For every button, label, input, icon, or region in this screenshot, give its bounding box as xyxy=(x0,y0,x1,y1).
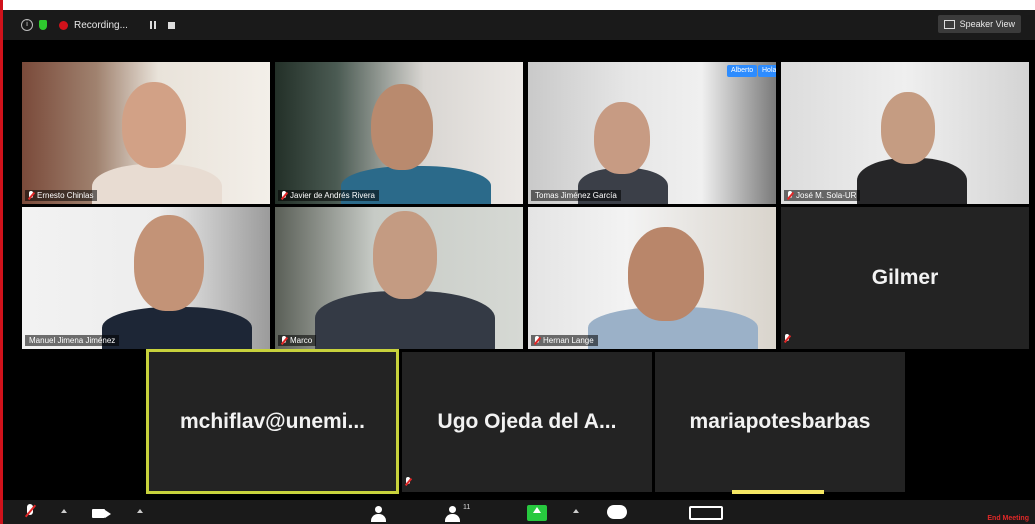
participant-name: Hernan Lange xyxy=(543,336,594,345)
share-options-caret-icon[interactable] xyxy=(573,509,579,513)
participant-display-name: mariapotesbarbas xyxy=(689,410,871,433)
unmute-button[interactable] xyxy=(25,504,35,520)
active-speaker-tile[interactable]: mchiflav@unemi... xyxy=(146,349,399,494)
stop-recording-button[interactable] xyxy=(167,21,175,29)
participant-display-name: Ugo Ojeda del A... xyxy=(437,410,617,433)
participant-name-tag: Manuel Jimena Jiménez xyxy=(25,335,120,346)
participant-name: Tomas Jiménez García xyxy=(535,191,617,200)
video-options-caret-icon[interactable] xyxy=(137,509,143,513)
participant-name: Manuel Jimena Jiménez xyxy=(29,336,116,345)
muted-mic-icon xyxy=(784,334,790,343)
video-off-tile[interactable]: Ugo Ojeda del A... xyxy=(402,352,652,492)
encryption-shield-icon[interactable] xyxy=(39,20,47,30)
participants-count: 11 xyxy=(463,504,471,511)
muted-mic-icon xyxy=(534,336,540,345)
participant-name: José M. Sola-UR xyxy=(796,191,857,200)
audio-options-caret-icon[interactable] xyxy=(61,509,67,513)
muted-mic-icon xyxy=(787,191,793,200)
video-tile[interactable]: Hernan Lange xyxy=(528,207,776,349)
video-tile[interactable]: Marco xyxy=(275,207,523,349)
video-tile[interactable]: Alberto Hola Tomas Jiménez García xyxy=(528,62,776,204)
speaker-view-button[interactable]: Speaker View xyxy=(937,15,1021,33)
pause-recording-button[interactable] xyxy=(149,21,156,29)
start-video-button[interactable] xyxy=(92,509,111,518)
participant-display-name: Gilmer xyxy=(871,266,939,289)
participant-name-tag: Ernesto Chinlas xyxy=(25,190,98,201)
participant-name-tag: Hernan Lange xyxy=(531,335,598,346)
tile-label-badge: Alberto xyxy=(727,65,758,77)
muted-mic-icon xyxy=(281,336,287,345)
record-button[interactable] xyxy=(689,506,723,520)
active-tab-indicator xyxy=(732,490,824,494)
muted-mic-icon xyxy=(405,477,411,486)
meeting-toolbar: 11 End Meeting xyxy=(3,500,1035,524)
video-off-tile[interactable]: Gilmer xyxy=(781,207,1029,349)
video-tile[interactable]: Manuel Jimena Jiménez xyxy=(22,207,270,349)
view-layout-icon xyxy=(943,19,955,29)
recording-indicator-icon xyxy=(59,20,68,30)
video-tile[interactable]: Ernesto Chinlas xyxy=(22,62,270,204)
share-screen-button[interactable] xyxy=(527,505,547,521)
participant-name: Ernesto Chinlas xyxy=(37,191,94,200)
tile-label-badge: Hola xyxy=(758,65,776,77)
participant-display-name: mchiflav@unemi... xyxy=(179,409,366,433)
meeting-top-bar: i Recording... Speaker View xyxy=(3,10,1035,40)
meeting-info-button[interactable]: i xyxy=(11,19,33,31)
video-tile[interactable]: José M. Sola-UR xyxy=(781,62,1029,204)
speaker-view-label: Speaker View xyxy=(959,19,1015,29)
video-off-tile[interactable]: mariapotesbarbas xyxy=(655,352,905,492)
participant-name-tag: Javier de Andrés Rivera xyxy=(278,190,379,201)
participant-name: Marco xyxy=(290,336,313,345)
muted-mic-icon xyxy=(281,191,287,200)
muted-mic-icon xyxy=(28,191,34,200)
participant-name: Javier de Andrés Rivera xyxy=(290,191,375,200)
participant-name-tag: José M. Sola-UR xyxy=(784,190,861,201)
participant-name-tag: Marco xyxy=(278,335,317,346)
chat-button[interactable] xyxy=(607,505,627,519)
end-meeting-button[interactable]: End Meeting xyxy=(987,515,1029,522)
recording-label: Recording... xyxy=(74,19,128,31)
video-gallery: Ernesto Chinlas Javier de Andrés Rivera … xyxy=(3,40,1035,500)
video-tile[interactable]: Javier de Andrés Rivera xyxy=(275,62,523,204)
info-icon: i xyxy=(21,19,33,31)
participant-name-tag: Tomas Jiménez García xyxy=(531,190,621,201)
